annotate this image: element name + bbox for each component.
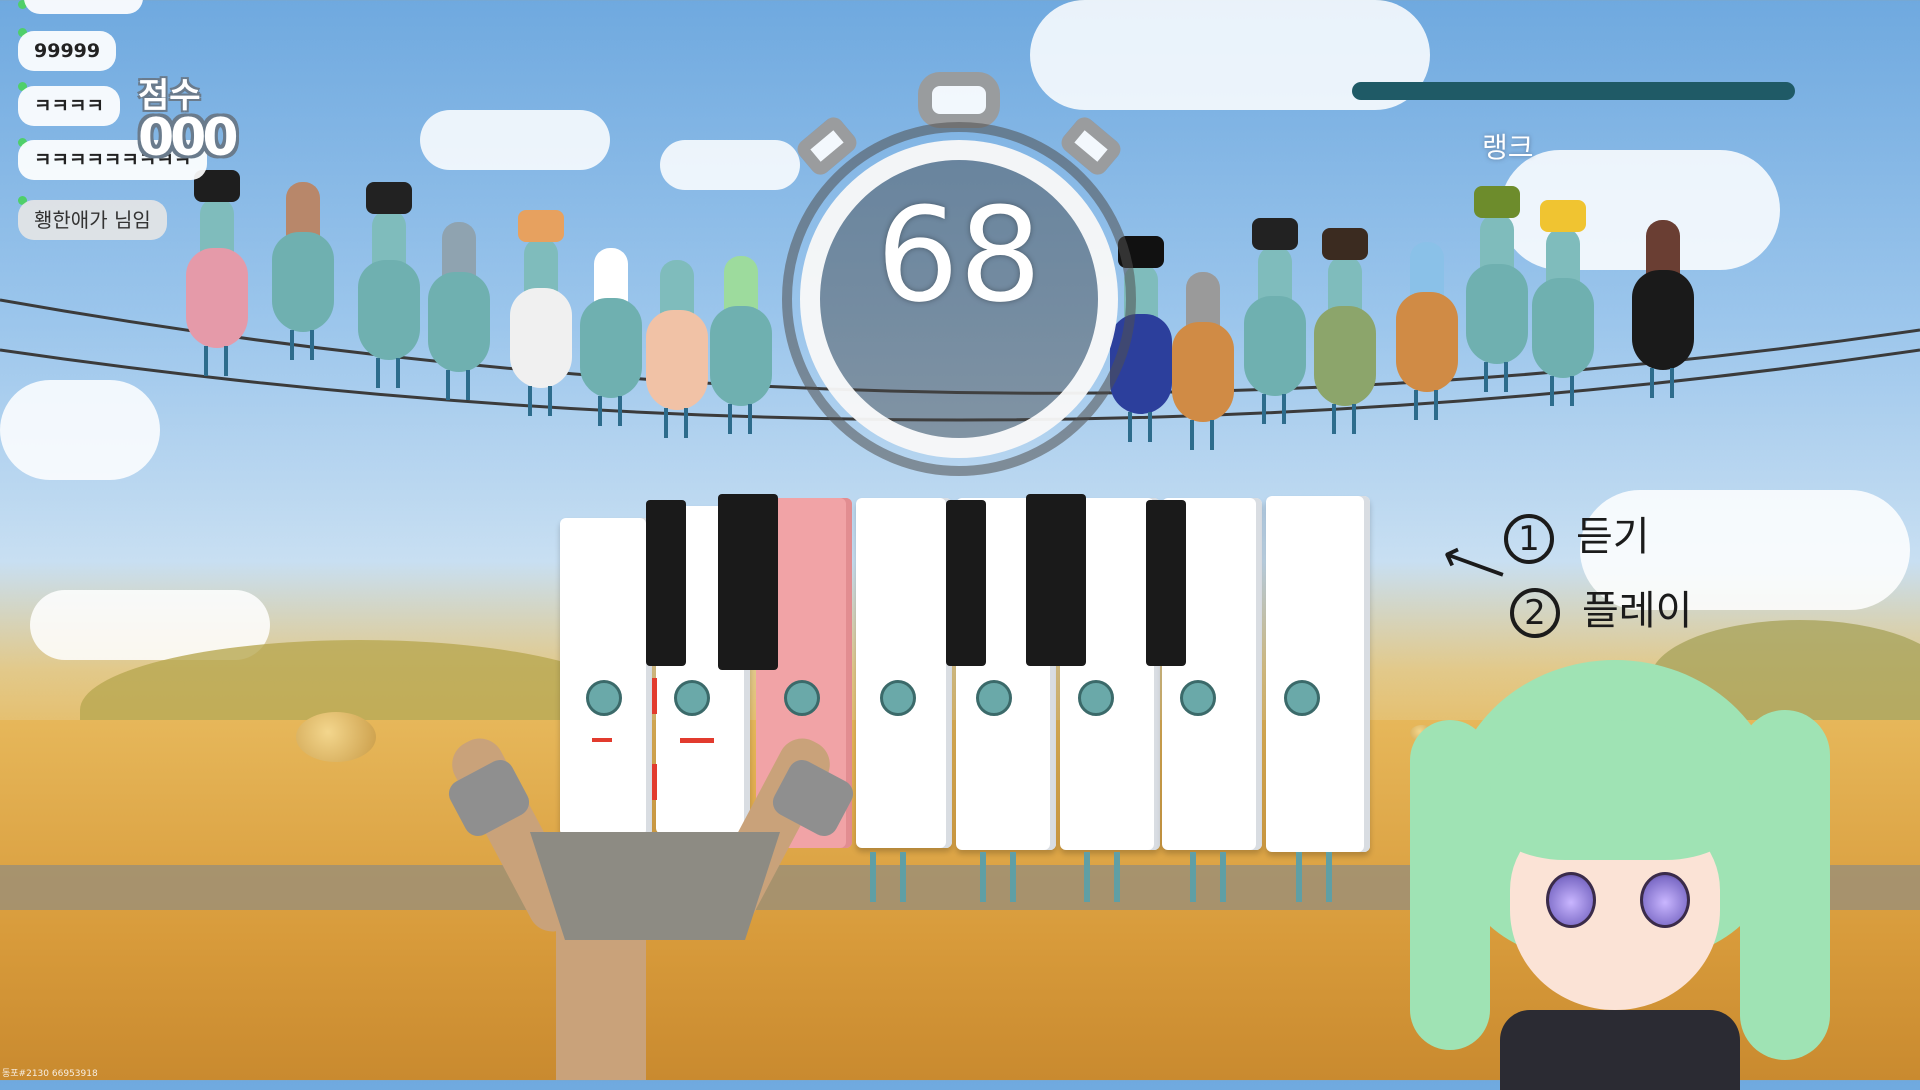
pigeon-legs xyxy=(980,852,986,902)
piano-black-key[interactable] xyxy=(1026,494,1086,666)
pigeon-legs xyxy=(1220,852,1226,902)
pigeon-legs xyxy=(1084,852,1090,902)
pigeon-face xyxy=(976,680,1012,716)
pigeon-legs xyxy=(870,852,876,902)
chat-message: 99999 xyxy=(18,31,117,71)
rank-label: 랭크 xyxy=(1482,131,1534,164)
pigeon-legs xyxy=(1296,852,1302,902)
pigeon-legs xyxy=(1326,852,1332,902)
piano-key[interactable] xyxy=(856,498,952,848)
chat-message: 횅한애가 님임 xyxy=(18,200,167,240)
pigeon-face xyxy=(674,680,710,716)
pigeon-legs xyxy=(1010,852,1016,902)
avatar-twintail xyxy=(1740,710,1830,1060)
avatar-eye xyxy=(1546,872,1596,928)
avatar-outfit xyxy=(1500,1010,1740,1090)
piano-black-key[interactable] xyxy=(718,494,778,670)
streamer-avatar xyxy=(1410,610,1920,1090)
cloud xyxy=(660,140,800,190)
instruction-step-1: 1 듣기 xyxy=(1504,504,1650,564)
pigeon-face xyxy=(1180,680,1216,716)
target-marker xyxy=(592,738,612,742)
footer-info: 동포#2130 66953918 xyxy=(2,1069,98,1079)
rank-bar xyxy=(1352,82,1795,100)
piano-black-key[interactable] xyxy=(646,500,686,666)
pigeon-face xyxy=(586,680,622,716)
pigeon-legs xyxy=(1114,852,1120,902)
chat-message: ㅋㅋㅋㅋㅋ xyxy=(24,0,144,14)
stopwatch-cap xyxy=(918,72,1000,128)
hay-bale xyxy=(296,712,376,762)
step-number: 1 xyxy=(1504,514,1554,564)
score-value: 000 xyxy=(138,108,239,168)
pigeon-face xyxy=(784,680,820,716)
piano-black-key[interactable] xyxy=(1146,500,1186,666)
pigeon-legs xyxy=(900,852,906,902)
avatar-twintail xyxy=(1410,720,1490,1050)
pigeon-face xyxy=(1078,680,1114,716)
cloud xyxy=(420,110,610,170)
step-label: 듣기 xyxy=(1576,514,1650,560)
piano-key[interactable] xyxy=(1266,496,1370,852)
target-marker xyxy=(680,738,714,743)
pigeon-legs xyxy=(1190,852,1196,902)
piano-black-key[interactable] xyxy=(946,500,986,666)
avatar-eye xyxy=(1640,872,1690,928)
pigeon-face xyxy=(1284,680,1320,716)
piano-key[interactable] xyxy=(560,518,652,836)
target-marker xyxy=(652,678,657,714)
target-marker xyxy=(652,764,657,800)
timer-value: 68 xyxy=(876,179,1042,331)
pigeon-face xyxy=(880,680,916,716)
avatar-bangs xyxy=(1490,720,1740,860)
chat-message: ㅋㅋㅋㅋ xyxy=(18,86,120,126)
slingshot-pouch[interactable] xyxy=(530,832,780,940)
